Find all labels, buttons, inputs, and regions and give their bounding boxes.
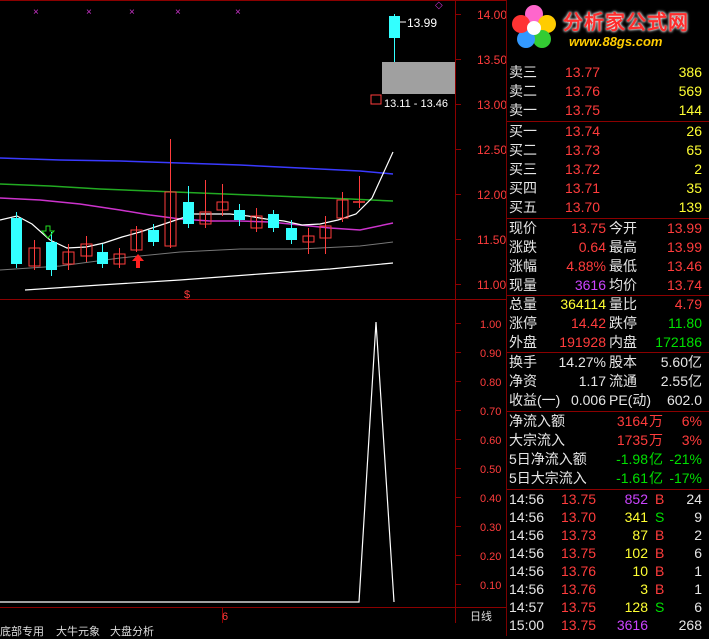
trade-row[interactable]: 14:56 13.75 852 B 24 bbox=[507, 490, 709, 509]
trade-row[interactable]: 14:56 13.76 10 B 1 bbox=[507, 562, 709, 581]
price-tick: 13.50 bbox=[477, 53, 506, 67]
trade-row[interactable]: 14:57 13.75 128 S 6 bbox=[507, 598, 709, 617]
range-price-tag: 13.11 - 13.46 bbox=[384, 98, 448, 110]
indicator-tick: 0.80 bbox=[480, 377, 501, 389]
formula-tabs: 底部专用 大牛元象 大盘分析 bbox=[0, 623, 506, 639]
ask-row[interactable]: 卖二 13.76 569 bbox=[507, 82, 709, 101]
indicator-tick: 0.90 bbox=[480, 348, 501, 360]
fundamental-row: 收益(一) 0.006 PE(动) 602.0 bbox=[509, 392, 702, 408]
quote-row: 现量 3616 均价 13.74 bbox=[509, 277, 702, 293]
fundamental-row: 换手 14.27% 股本 5.60亿 bbox=[509, 354, 702, 370]
indicator-tick: 0.20 bbox=[480, 551, 501, 563]
ma-line-dark bbox=[0, 241, 394, 271]
brand-url: www.88gs.com bbox=[569, 34, 663, 49]
brand-logo: 分析家公式网 www.88gs.com bbox=[507, 0, 709, 52]
bid-row[interactable]: 买四 13.71 35 bbox=[507, 179, 709, 198]
flow-row: 5日大宗流入 -1.61 亿 -17% bbox=[509, 470, 702, 486]
indicator-tick: 0.40 bbox=[480, 493, 501, 505]
price-axis: 14.00 13.50 13.00 12.50 12.00 11.50 11.0… bbox=[455, 8, 506, 292]
flow-row: 大宗流入 1735 万 3% bbox=[509, 432, 702, 448]
flower-logo-icon bbox=[512, 5, 556, 48]
indicator-tick: 0.70 bbox=[480, 406, 501, 418]
brand-name: 分析家公式网 bbox=[563, 12, 689, 34]
high-price-tag: 13.99 bbox=[407, 16, 437, 30]
svg-text:×: × bbox=[235, 7, 241, 18]
indicator-tick: 0.60 bbox=[480, 435, 501, 447]
price-tick: 13.00 bbox=[477, 98, 506, 112]
trade-row[interactable]: 14:56 13.75 102 B 6 bbox=[507, 544, 709, 563]
fundamental-row: 净资 1.17 流通 2.55亿 bbox=[509, 373, 702, 389]
ask-row[interactable]: 卖一 13.75 144 bbox=[507, 101, 709, 120]
quote-row: 涨停 14.42 跌停 11.80 bbox=[509, 315, 702, 331]
range-box bbox=[382, 62, 455, 94]
quote-row: 涨跌 0.64 最高 13.99 bbox=[509, 239, 702, 255]
price-tick: 12.50 bbox=[477, 143, 506, 157]
ma-line-green bbox=[0, 183, 394, 202]
quote-row: 外盘 191928 内盘 172186 bbox=[509, 334, 702, 350]
svg-text:×: × bbox=[129, 7, 135, 18]
tab-market-analysis[interactable]: 大盘分析 bbox=[110, 623, 154, 639]
indicator-tick: 0.50 bbox=[480, 464, 501, 476]
svg-text:×: × bbox=[86, 7, 92, 18]
tab-bull[interactable]: 大牛元象 bbox=[56, 623, 100, 639]
trade-row[interactable]: 15:00 13.75 3616 268 bbox=[507, 616, 709, 635]
quote-row: 现价 13.75 今开 13.99 bbox=[509, 220, 702, 236]
top-markers: × × × × × ◇ bbox=[33, 0, 443, 18]
ask-row[interactable]: 卖三 13.77 386 bbox=[507, 63, 709, 82]
trade-row[interactable]: 14:56 13.73 87 B 2 bbox=[507, 526, 709, 545]
price-tick: 12.00 bbox=[477, 188, 506, 202]
flow-row: 5日净流入额 -1.98 亿 -21% bbox=[509, 451, 702, 467]
indicator-axis: 1.00 0.90 0.80 0.70 0.60 0.50 0.40 0.30 … bbox=[455, 319, 501, 592]
quote-panel: 分析家公式网 www.88gs.com 卖三 13.77 386 卖二 13.7… bbox=[506, 0, 709, 636]
quote-row: 总量 364114 量比 4.79 bbox=[509, 296, 702, 312]
trade-row[interactable]: 14:56 13.70 341 S 9 bbox=[507, 508, 709, 527]
bid-row[interactable]: 买二 13.73 65 bbox=[507, 141, 709, 160]
indicator-tick: 0.30 bbox=[480, 522, 501, 534]
dollar-marker-icon: $ bbox=[184, 289, 190, 301]
candlesticks bbox=[11, 14, 400, 276]
kline-chart[interactable]: 14.00 13.50 13.00 12.50 12.00 11.50 11.0… bbox=[0, 0, 506, 623]
bid-row[interactable]: 买三 13.72 2 bbox=[507, 160, 709, 179]
indicator-line bbox=[0, 321, 395, 603]
svg-text:×: × bbox=[175, 7, 181, 18]
ma-line-blue bbox=[0, 157, 394, 175]
svg-text:◇: ◇ bbox=[435, 0, 443, 11]
flow-row: 净流入额 3164 万 6% bbox=[509, 413, 702, 429]
price-tick: 14.00 bbox=[477, 8, 506, 22]
indicator-tick: 0.10 bbox=[480, 580, 501, 592]
tab-bottom-special[interactable]: 底部专用 bbox=[0, 623, 44, 639]
stock-terminal: 14.00 13.50 13.00 12.50 12.00 11.50 11.0… bbox=[0, 0, 709, 639]
bid-row[interactable]: 买一 13.74 26 bbox=[507, 122, 709, 141]
range-marker-icon bbox=[370, 94, 382, 105]
price-tick: 11.50 bbox=[477, 233, 506, 247]
ma-line-white-fast bbox=[0, 151, 394, 249]
date-axis-label: 6 bbox=[222, 611, 228, 623]
indicator-tick: 1.00 bbox=[480, 319, 501, 331]
trade-row[interactable]: 14:56 13.76 3 B 1 bbox=[507, 580, 709, 599]
period-label[interactable]: 日线 bbox=[470, 609, 492, 623]
bid-row[interactable]: 买五 13.70 139 bbox=[507, 198, 709, 217]
ma-line-white-slow bbox=[24, 262, 394, 291]
svg-text:×: × bbox=[33, 7, 39, 18]
down-arrow-icon bbox=[40, 225, 56, 239]
price-tick: 11.00 bbox=[477, 278, 506, 292]
quote-row: 涨幅 4.88% 最低 13.46 bbox=[509, 258, 702, 274]
